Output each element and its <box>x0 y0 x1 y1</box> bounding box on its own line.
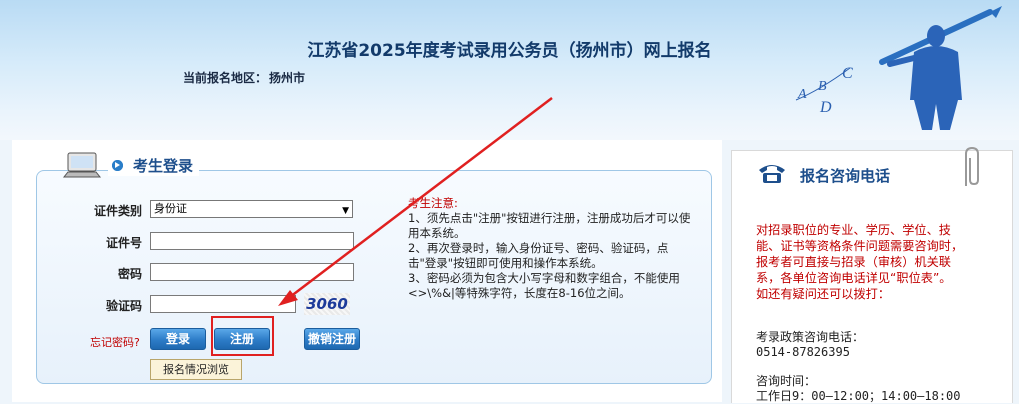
contact-details: 考录政策咨询电话： 0514-87826395 咨询时间： 工作日9：00—12… <box>756 330 971 404</box>
letter-d: D <box>819 99 832 116</box>
play-bullet-icon <box>112 160 123 171</box>
password-label: 密码 <box>117 267 142 281</box>
policy-phone: 0514-87826395 <box>756 345 850 359</box>
figure-illustration: A B C D <box>795 6 1002 130</box>
notice-line-2: 2、再次登录时，输入身份证号、密码、验证码，点击"登录"按钮即可使用和操作本系统… <box>408 241 669 270</box>
paperclip-icon <box>965 146 979 186</box>
computer-icon <box>62 152 102 178</box>
current-region: 当前报名地区： 扬州市 <box>183 71 306 85</box>
browse-status-button[interactable]: 报名情况浏览 <box>150 359 242 380</box>
policy-phone-label: 考录政策咨询电话： <box>756 330 865 344</box>
chevron-down-icon: ▼ <box>342 206 349 216</box>
login-button[interactable]: 登录 <box>150 328 206 350</box>
login-section-title: 考生登录 <box>108 155 200 176</box>
region-value: 扬州市 <box>269 71 306 85</box>
id-type-select[interactable]: 身份证 ▼ <box>150 200 353 218</box>
notice-panel: 考生注意: 1、须先点击"注册"按钮进行注册，注册成功后才可以使用本系统。 2、… <box>408 196 693 301</box>
register-highlight-box <box>211 316 274 356</box>
notice-title: 考生注意: <box>408 196 458 210</box>
phone-icon <box>759 165 785 183</box>
contact-description: 对招录职位的专业、学历、学位、技能、证书等资格条件问题需要咨询时，报考者可直接与… <box>756 223 964 301</box>
id-number-label: 证件号 <box>105 236 142 250</box>
captcha-image[interactable]: 3060 <box>304 293 350 315</box>
contact-title: 报名咨询电话 <box>800 167 891 185</box>
notice-line-3: 3、密码必须为包含大小写字母和数字组合，不能使用<>\%&|等特殊字符，长度在8… <box>408 271 680 300</box>
id-type-label: 证件类别 <box>93 204 142 218</box>
captcha-input[interactable] <box>150 295 296 313</box>
letter-a: A <box>797 87 807 102</box>
captcha-label: 验证码 <box>105 299 142 313</box>
hours-label: 咨询时间： <box>756 374 817 388</box>
letter-c: C <box>842 65 853 82</box>
cancel-register-button[interactable]: 撤销注册 <box>304 328 360 350</box>
id-number-input[interactable] <box>150 232 354 250</box>
password-input[interactable] <box>150 263 354 281</box>
forgot-password-link[interactable]: 忘记密码? <box>90 334 140 350</box>
notice-line-1: 1、须先点击"注册"按钮进行注册，注册成功后才可以使用本系统。 <box>408 211 691 240</box>
